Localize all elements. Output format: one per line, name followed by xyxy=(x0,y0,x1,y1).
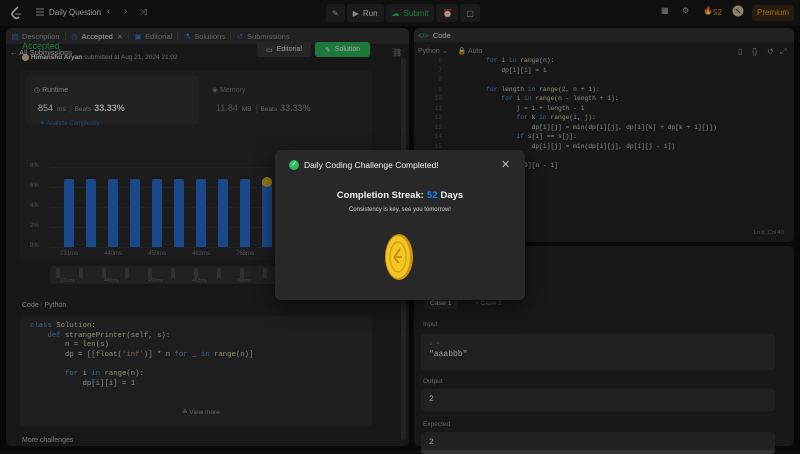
streak-prefix: Completion Streak: xyxy=(336,190,424,201)
close-icon[interactable]: ✕ xyxy=(501,158,510,171)
streak-value: 52 xyxy=(426,190,438,201)
completion-streak: Completion Streak: 52 Days xyxy=(275,190,525,201)
modal-subtitle: Consistency is key, see you tomorrow! xyxy=(349,207,451,213)
modal-title: Daily Coding Challenge Completed! xyxy=(304,160,439,170)
daily-challenge-modal: ✓ Daily Coding Challenge Completed! ✕ Co… xyxy=(275,150,525,300)
check-circle-icon: ✓ xyxy=(289,160,299,170)
leetcoin-icon xyxy=(384,232,414,282)
streak-suffix: Days xyxy=(440,190,464,201)
